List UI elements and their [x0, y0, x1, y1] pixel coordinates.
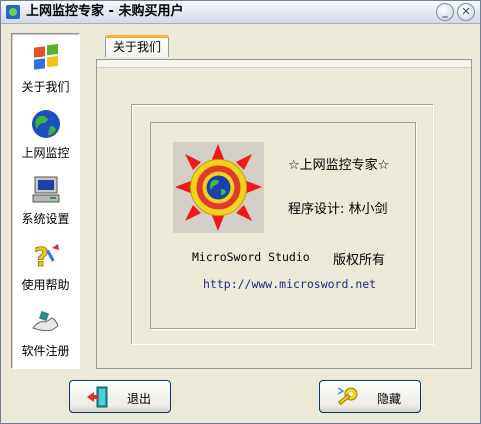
computer-icon: [32, 176, 60, 203]
main-window: 上网监控专家 - 未购买用户 _ ✕ 关于我们 上网监控 系统设置 ? 使用帮助…: [0, 0, 481, 424]
register-hands-icon: [32, 310, 59, 332]
sidebar-item-monitor[interactable]: 上网监控: [12, 100, 79, 164]
exit-button-label: 退出: [127, 392, 152, 406]
exit-button[interactable]: 退出: [69, 380, 171, 413]
author-credit: 程序设计: 林小剑: [288, 202, 388, 217]
close-icon: ✕: [461, 5, 471, 18]
sidebar-item-label: 系统设置: [21, 212, 70, 226]
sidebar-item-about[interactable]: 关于我们: [12, 34, 79, 98]
app-icon: [6, 5, 20, 19]
help-question-icon: ?: [34, 243, 59, 272]
minimize-button[interactable]: _: [436, 3, 454, 21]
sidebar-item-label: 软件注册: [21, 344, 70, 358]
hide-button-label: 隐藏: [377, 392, 402, 406]
globe-icon: [32, 110, 60, 138]
website-link[interactable]: http://www.microsword.net: [203, 277, 376, 291]
svg-text:?: ?: [34, 243, 49, 272]
hide-button[interactable]: 隐藏: [319, 380, 421, 413]
sidebar-item-label: 使用帮助: [21, 278, 70, 292]
about-windows-flag-icon: [34, 44, 58, 70]
copyright-text: 版权所有: [333, 253, 386, 268]
window-title: 上网监控专家 - 未购买用户: [26, 4, 184, 19]
sidebar-item-help[interactable]: ? 使用帮助: [12, 232, 79, 296]
sidebar-item-label: 上网监控: [21, 146, 70, 160]
exit-door-icon: [87, 386, 108, 408]
title-bar[interactable]: 上网监控专家 - 未购买用户 _ ✕: [1, 1, 480, 24]
key-icon: [337, 387, 358, 406]
sun-globe-logo-icon: [173, 142, 264, 233]
product-name: ☆上网监控专家☆: [288, 158, 390, 173]
close-button[interactable]: ✕: [457, 3, 475, 21]
studio-name: MicroSword Studio: [192, 250, 310, 264]
sidebar: 关于我们 上网监控 系统设置 ? 使用帮助 软件注册: [11, 33, 80, 369]
minimize-icon: _: [442, 5, 448, 18]
sidebar-item-label: 关于我们: [21, 80, 70, 94]
tab-about[interactable]: 关于我们: [105, 35, 169, 57]
sidebar-item-settings[interactable]: 系统设置: [12, 166, 79, 230]
sidebar-item-register[interactable]: 软件注册: [12, 298, 79, 362]
tab-strip: 关于我们: [96, 33, 472, 63]
